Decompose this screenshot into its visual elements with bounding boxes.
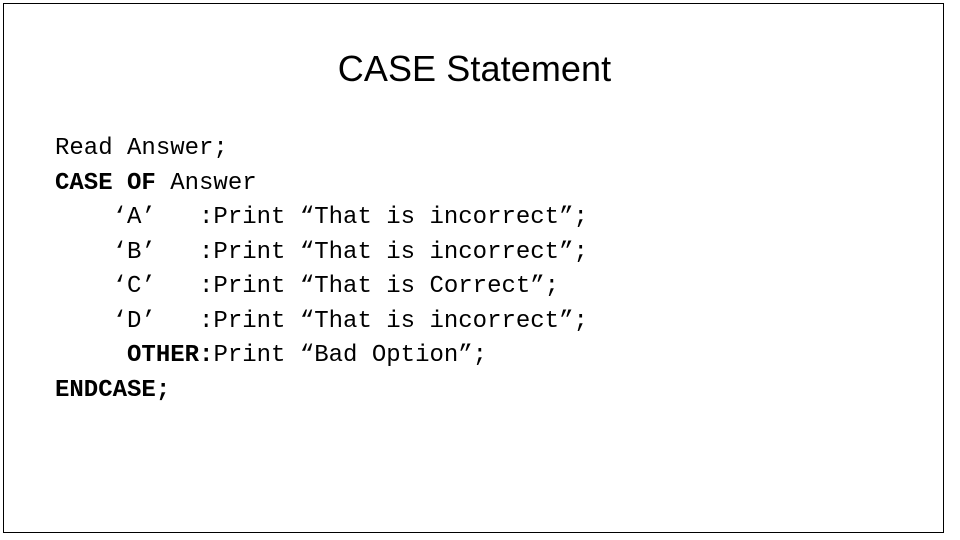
- code-text: Read Answer;: [55, 135, 228, 162]
- code-line-read-statement: Read Answer;: [55, 132, 925, 167]
- code-text: Print “Bad Option”;: [213, 342, 488, 369]
- code-line-branch-b: ‘B’ :Print “That is incorrect”;: [55, 236, 925, 271]
- code-keyword: ENDCASE;: [55, 376, 171, 404]
- code-text: ‘A’ :Print “That is incorrect”;: [55, 204, 588, 231]
- code-text: Answer: [170, 169, 257, 197]
- code-line-branch-c: ‘C’ :Print “That is Correct”;: [55, 270, 925, 305]
- code-keyword: CASE OF: [55, 169, 171, 197]
- code-line-case-of-statement: CASE OF Answer: [55, 167, 925, 202]
- code-line-branch-d: ‘D’ :Print “That is incorrect”;: [55, 305, 925, 340]
- code-block: Read Answer; CASE OF Answer ‘A’ :Print “T…: [55, 132, 925, 408]
- code-text: ‘C’ :Print “That is Correct”;: [55, 273, 560, 300]
- code-text: ‘B’ :Print “That is incorrect”;: [55, 238, 588, 266]
- code-line-branch-other: OTHER:Print “Bad Option”;: [55, 339, 925, 374]
- code-text: ‘D’ :Print “That is incorrect”;: [55, 307, 588, 335]
- code-keyword: OTHER:: [55, 342, 214, 369]
- code-line-endcase-statement: ENDCASE;: [55, 374, 925, 409]
- page-title: CASE Statement: [337, 48, 612, 89]
- slide-canvas: CASE Statement Read Answer; CASE OF Answe…: [3, 3, 944, 533]
- code-line-branch-a: ‘A’ :Print “That is incorrect”;: [55, 201, 925, 236]
